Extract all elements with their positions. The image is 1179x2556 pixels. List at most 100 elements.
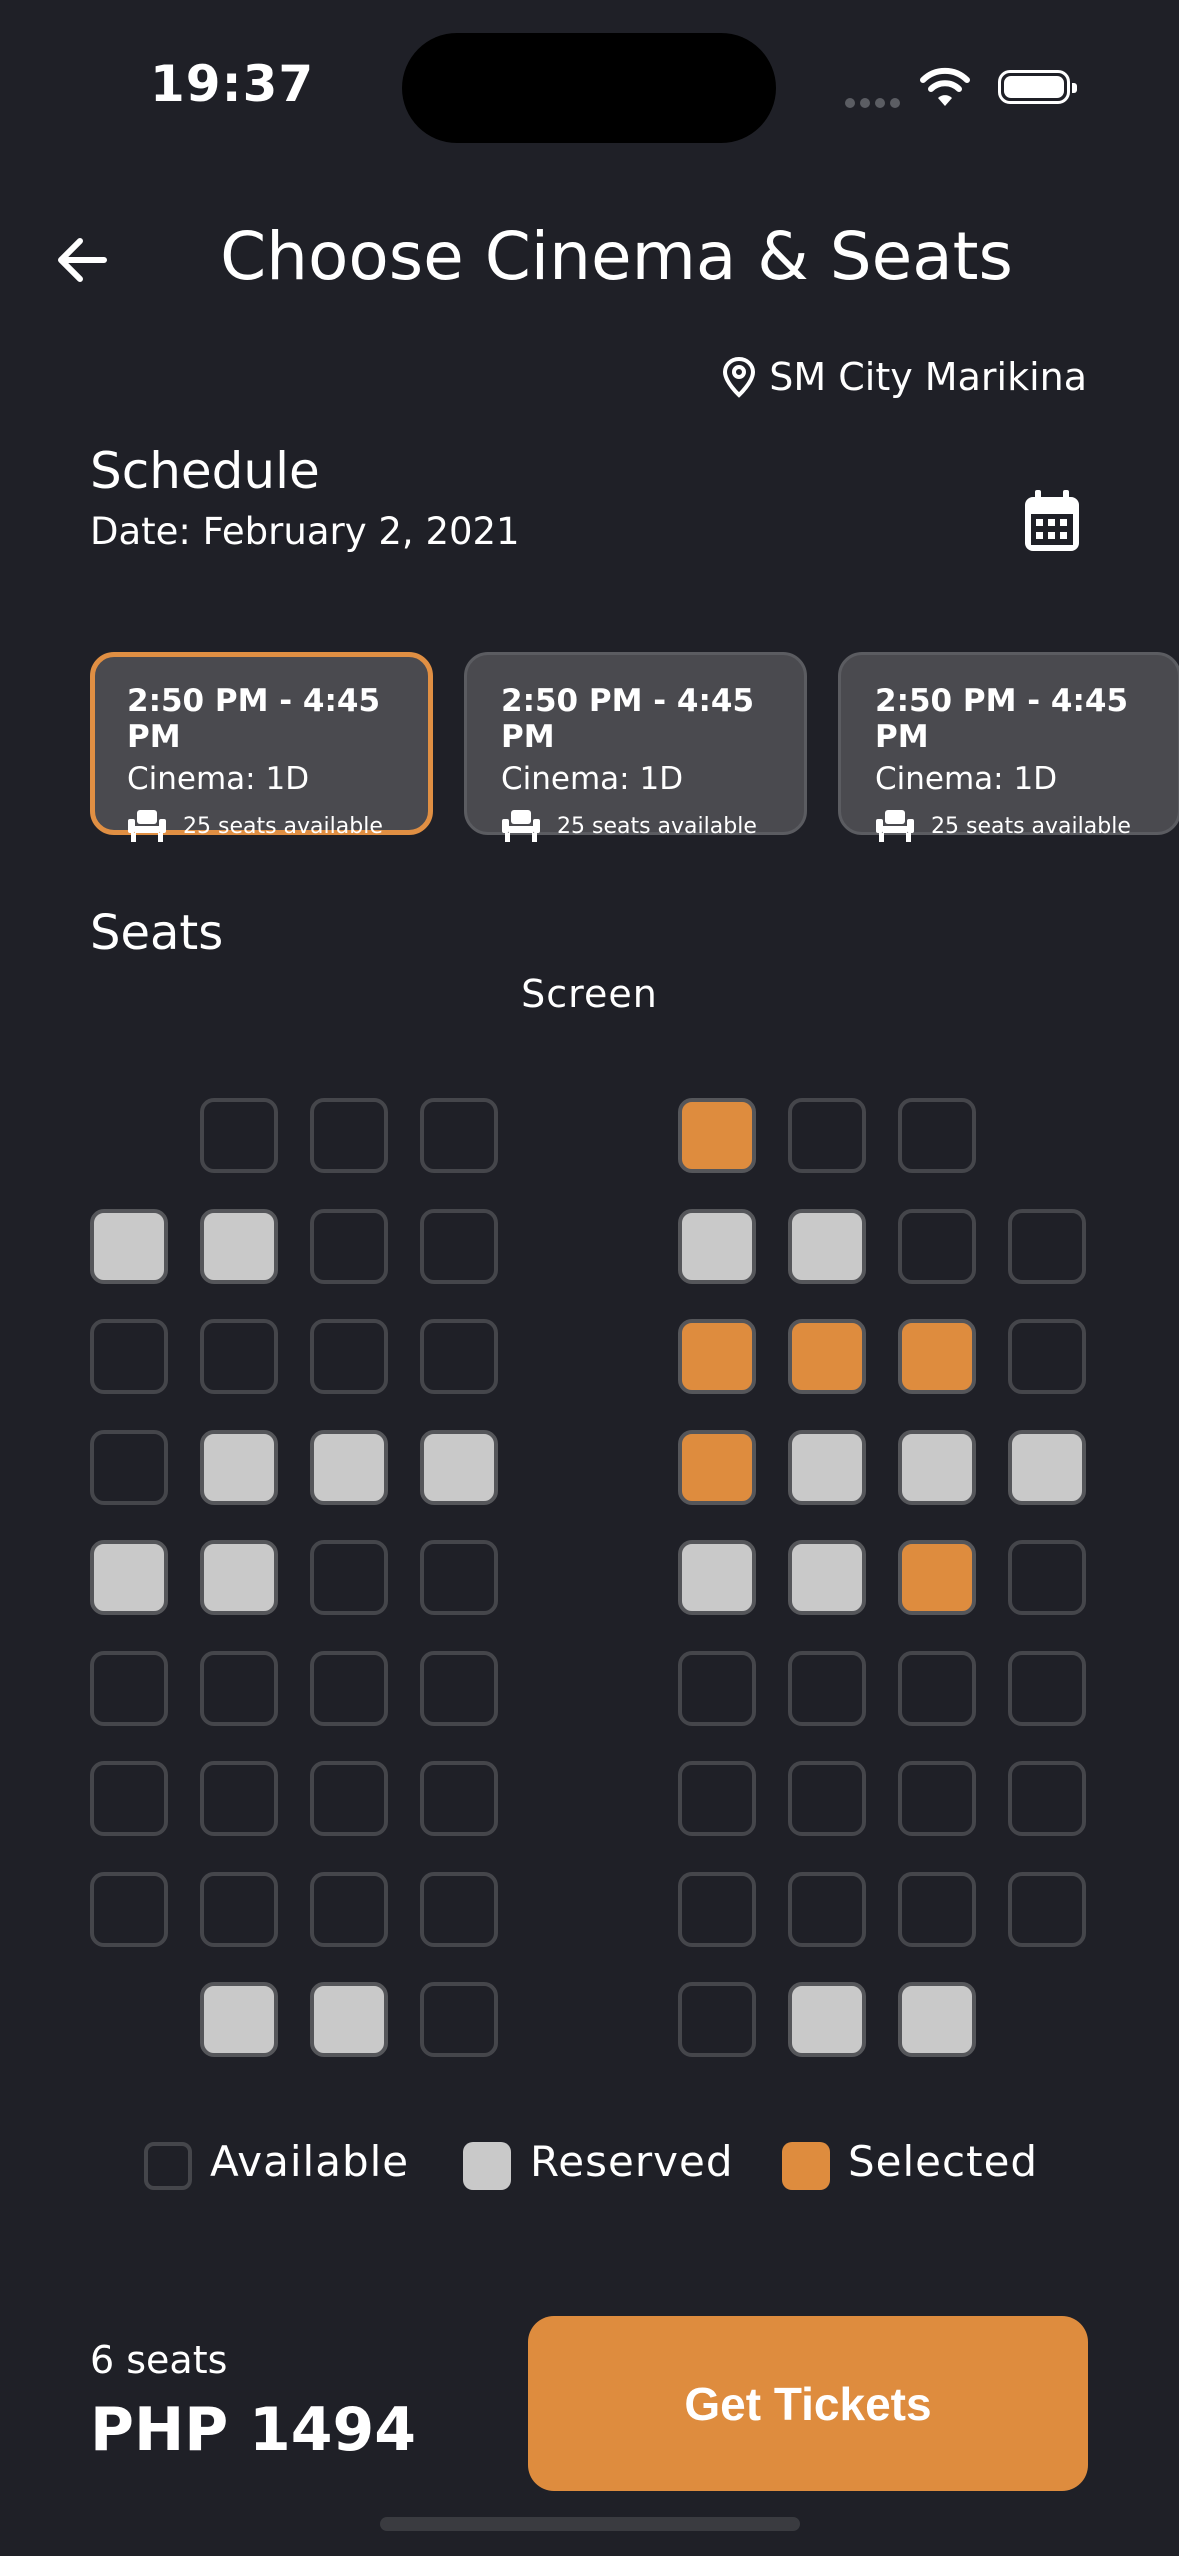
seat-selected[interactable] xyxy=(678,1098,756,1173)
seat-available[interactable] xyxy=(1008,1651,1086,1726)
seat-selected[interactable] xyxy=(788,1319,866,1394)
seats-title: Seats xyxy=(90,905,224,961)
seat-reserved xyxy=(200,1430,278,1505)
legend-selected-label: Selected xyxy=(848,2137,1039,2186)
seat-count: 6 seats xyxy=(90,2338,228,2382)
showtime-card[interactable]: 2:50 PM - 4:45 PM Cinema: 1D 25 seats av… xyxy=(90,652,433,842)
seat-available[interactable] xyxy=(90,1319,168,1394)
seat-available[interactable] xyxy=(1008,1209,1086,1284)
legend-selected-swatch xyxy=(782,2142,830,2190)
showtime-time: 2:50 PM - 4:45 PM xyxy=(501,683,755,755)
legend-available-swatch xyxy=(144,2142,192,2190)
seat-icon xyxy=(876,810,914,842)
wifi-icon xyxy=(920,67,970,106)
showtime-cinema: Cinema: 1D xyxy=(875,761,1058,797)
total-price: PHP 1494 xyxy=(90,2395,417,2465)
seat-reserved xyxy=(898,1982,976,2057)
seat-available[interactable] xyxy=(310,1098,388,1173)
seat-available[interactable] xyxy=(678,1982,756,2057)
seat-available[interactable] xyxy=(420,1098,498,1173)
seat-selected[interactable] xyxy=(678,1430,756,1505)
seat-available[interactable] xyxy=(898,1651,976,1726)
seat-available[interactable] xyxy=(200,1872,278,1947)
seat-available[interactable] xyxy=(200,1098,278,1173)
seat-available[interactable] xyxy=(898,1872,976,1947)
seat-available[interactable] xyxy=(420,1540,498,1615)
showtime-cinema: Cinema: 1D xyxy=(501,761,684,797)
legend-available-label: Available xyxy=(210,2137,410,2186)
showtime-cinema: Cinema: 1D xyxy=(127,761,310,797)
seat-available[interactable] xyxy=(90,1651,168,1726)
seat-reserved xyxy=(200,1209,278,1284)
seat-available[interactable] xyxy=(1008,1319,1086,1394)
seat-available[interactable] xyxy=(420,1319,498,1394)
seat-reserved xyxy=(200,1540,278,1615)
seat-available[interactable] xyxy=(678,1872,756,1947)
legend-reserved-label: Reserved xyxy=(530,2137,734,2186)
seat-available[interactable] xyxy=(90,1430,168,1505)
seat-available[interactable] xyxy=(200,1651,278,1726)
seat-available[interactable] xyxy=(788,1651,866,1726)
seat-available[interactable] xyxy=(420,1982,498,2057)
seat-available[interactable] xyxy=(310,1209,388,1284)
seat-reserved xyxy=(898,1430,976,1505)
seat-available[interactable] xyxy=(90,1761,168,1836)
seat-available[interactable] xyxy=(420,1872,498,1947)
seat-available[interactable] xyxy=(310,1319,388,1394)
seat-available[interactable] xyxy=(788,1872,866,1947)
seat-reserved xyxy=(310,1430,388,1505)
location-name: SM City Marikina xyxy=(769,355,1087,399)
schedule-date: Date: February 2, 2021 xyxy=(90,510,520,553)
seat-reserved xyxy=(788,1209,866,1284)
home-indicator[interactable] xyxy=(380,2517,800,2531)
seat-available[interactable] xyxy=(90,1872,168,1947)
map-pin-icon xyxy=(723,356,756,398)
seat-reserved xyxy=(788,1430,866,1505)
seat-available[interactable] xyxy=(788,1098,866,1173)
seat-available[interactable] xyxy=(310,1540,388,1615)
seat-selected[interactable] xyxy=(678,1319,756,1394)
location[interactable]: SM City Marikina xyxy=(721,355,1087,399)
seat-reserved xyxy=(420,1430,498,1505)
seat-available[interactable] xyxy=(1008,1872,1086,1947)
seat-available[interactable] xyxy=(200,1761,278,1836)
seat-available[interactable] xyxy=(200,1319,278,1394)
showtime-card[interactable]: 2:50 PM - 4:45 PM Cinema: 1D 25 seats av… xyxy=(464,652,807,842)
seat-reserved xyxy=(788,1982,866,2057)
seat-reserved xyxy=(1008,1430,1086,1505)
page-title: Choose Cinema & Seats xyxy=(220,218,1013,295)
showtime-seats-available: 25 seats available xyxy=(557,813,757,839)
seat-selected[interactable] xyxy=(898,1540,976,1615)
showtime-seats-available: 25 seats available xyxy=(931,813,1131,839)
seat-reserved xyxy=(90,1540,168,1615)
seat-available[interactable] xyxy=(678,1761,756,1836)
seat-available[interactable] xyxy=(898,1209,976,1284)
seat-available[interactable] xyxy=(678,1651,756,1726)
seat-available[interactable] xyxy=(898,1098,976,1173)
seat-available[interactable] xyxy=(1008,1761,1086,1836)
seat-available[interactable] xyxy=(788,1761,866,1836)
calendar-icon[interactable] xyxy=(1022,490,1082,554)
seat-available[interactable] xyxy=(420,1761,498,1836)
showtime-seats-available: 25 seats available xyxy=(183,813,383,839)
seat-available[interactable] xyxy=(420,1651,498,1726)
status-time: 19:37 xyxy=(150,55,315,113)
seat-available[interactable] xyxy=(898,1761,976,1836)
seat-icon xyxy=(502,810,540,842)
seat-reserved xyxy=(200,1982,278,2057)
seat-available[interactable] xyxy=(310,1761,388,1836)
screen-label: Screen xyxy=(521,972,658,1016)
seat-reserved xyxy=(678,1209,756,1284)
seat-available[interactable] xyxy=(310,1651,388,1726)
seat-available[interactable] xyxy=(1008,1540,1086,1615)
schedule-title: Schedule xyxy=(90,442,320,500)
seat-selected[interactable] xyxy=(898,1319,976,1394)
showtime-time: 2:50 PM - 4:45 PM xyxy=(875,683,1129,755)
seat-icon xyxy=(128,810,166,842)
get-tickets-button[interactable]: Get Tickets xyxy=(528,2316,1088,2491)
seat-available[interactable] xyxy=(310,1872,388,1947)
battery-icon xyxy=(998,70,1077,104)
seat-available[interactable] xyxy=(420,1209,498,1284)
showtime-time: 2:50 PM - 4:45 PM xyxy=(127,683,381,755)
showtime-card[interactable]: 2:50 PM - 4:45 PM Cinema: 1D 25 seats av… xyxy=(838,652,1179,842)
